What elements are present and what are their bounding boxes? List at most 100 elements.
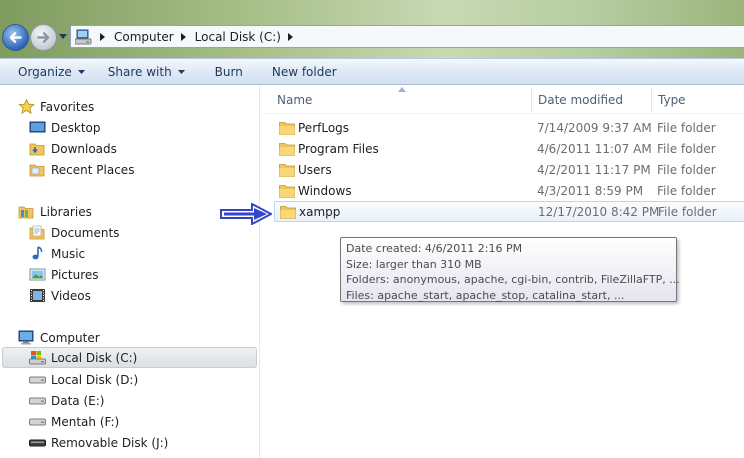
file-type: File folder: [657, 163, 716, 177]
nav-videos[interactable]: Videos: [29, 285, 287, 306]
forward-arrow-icon: [37, 32, 50, 43]
breadcrumb-separator-icon[interactable]: [100, 32, 106, 41]
forward-button[interactable]: [30, 24, 57, 51]
nav-desktop[interactable]: Desktop: [29, 117, 287, 138]
nav-local-disk-c[interactable]: Local Disk (C:): [2, 347, 257, 368]
file-name: PerfLogs: [298, 121, 350, 135]
back-button[interactable]: [2, 24, 29, 51]
hard-drive-icon: [29, 397, 46, 405]
blue-arrow-indicator: [220, 203, 272, 225]
file-row-users[interactable]: Users 4/2/2011 11:17 PM File folder: [274, 160, 744, 181]
nav-favorites-label: Favorites: [40, 99, 95, 114]
nav-music-label: Music: [51, 246, 86, 261]
folder-info-tooltip: Date created: 4/6/2011 2:16 PM Size: lar…: [340, 237, 680, 302]
system-drive-icon: [29, 351, 46, 365]
chevron-down-icon: [77, 69, 85, 74]
nav-documents[interactable]: Documents: [29, 222, 287, 243]
organize-button[interactable]: Organize: [0, 59, 85, 84]
navigation-pane: Favorites Desktop Downloads Recent Place…: [0, 86, 260, 458]
nav-removable-disk-j-label: Removable Disk (J:): [51, 435, 169, 450]
file-date: 7/14/2009 9:37 AM: [537, 121, 652, 135]
file-date: 4/6/2011 11:07 AM: [537, 142, 652, 156]
music-note-icon: [32, 246, 43, 260]
file-name: Users: [298, 163, 332, 177]
file-row-program-files[interactable]: Program Files 4/6/2011 11:07 AM File fol…: [274, 139, 744, 160]
file-row-windows[interactable]: Windows 4/3/2011 8:59 PM File folder: [274, 181, 744, 202]
address-bar[interactable]: Computer Local Disk (C:): [70, 25, 744, 48]
nav-desktop-label: Desktop: [51, 120, 101, 135]
breadcrumb-local-disk-c[interactable]: Local Disk (C:): [195, 30, 281, 44]
back-arrow-icon: [9, 32, 22, 43]
nav-data-e-label: Data (E:): [51, 393, 105, 408]
folder-icon: [279, 164, 295, 177]
nav-mentah-f[interactable]: Mentah (F:): [29, 411, 287, 432]
hard-drive-icon: [29, 376, 46, 384]
tooltip-folders: Folders: anonymous, apache, cgi-bin, con…: [346, 273, 680, 286]
documents-icon: [29, 225, 45, 240]
folder-icon: [279, 122, 295, 135]
nav-downloads-label: Downloads: [51, 141, 117, 156]
libraries-icon: [18, 206, 34, 219]
organize-label: Organize: [18, 64, 72, 79]
share-with-label: Share with: [107, 64, 172, 79]
file-date: 4/2/2011 11:17 PM: [537, 163, 651, 177]
computer-drive-icon: [75, 29, 92, 44]
tooltip-size: Size: larger than 310 MB: [346, 257, 482, 271]
nav-recent-places[interactable]: Recent Places: [29, 159, 287, 180]
tooltip-date-created: Date created: 4/6/2011 2:16 PM: [346, 242, 523, 255]
tooltip-files: Files: apache_start, apache_stop, catali…: [346, 288, 625, 302]
file-row-xampp[interactable]: xampp 12/17/2010 8:42 PM File folder: [274, 201, 744, 222]
computer-icon: [18, 330, 34, 345]
column-header-name[interactable]: Name: [277, 93, 312, 107]
recent-pages-dropdown-icon[interactable]: [59, 34, 67, 40]
nav-pictures[interactable]: Pictures: [29, 264, 287, 285]
breadcrumb-separator-icon[interactable]: [287, 32, 294, 41]
column-header-date-modified[interactable]: Date modified: [538, 93, 623, 107]
nav-downloads[interactable]: Downloads: [29, 138, 287, 159]
nav-removable-disk-j[interactable]: Removable Disk (J:): [29, 432, 287, 453]
column-divider[interactable]: [651, 88, 652, 112]
nav-local-disk-d[interactable]: Local Disk (D:): [29, 369, 287, 390]
removable-drive-icon: [29, 439, 46, 447]
nav-data-e[interactable]: Data (E:): [29, 390, 287, 411]
new-folder-label: New folder: [271, 64, 337, 79]
hard-drive-icon: [29, 418, 46, 426]
breadcrumb-computer[interactable]: Computer: [114, 30, 174, 44]
folder-icon: [280, 206, 296, 219]
nav-local-disk-d-label: Local Disk (D:): [51, 372, 139, 387]
file-name: xampp: [299, 205, 341, 219]
nav-videos-label: Videos: [51, 288, 91, 303]
pictures-icon: [29, 268, 46, 281]
nav-mentah-f-label: Mentah (F:): [51, 414, 120, 429]
file-row-perflogs[interactable]: PerfLogs 7/14/2009 9:37 AM File folder: [274, 118, 744, 139]
file-type: File folder: [658, 205, 717, 219]
nav-computer[interactable]: Computer: [18, 327, 276, 348]
star-icon: [18, 99, 35, 114]
nav-recent-places-label: Recent Places: [51, 162, 135, 177]
file-type: File folder: [657, 184, 716, 198]
column-divider[interactable]: [531, 88, 532, 112]
nav-computer-label: Computer: [40, 330, 100, 345]
new-folder-button[interactable]: New folder: [243, 59, 337, 84]
nav-libraries-label: Libraries: [40, 204, 92, 219]
nav-pictures-label: Pictures: [51, 267, 99, 282]
burn-button[interactable]: Burn: [185, 59, 243, 84]
file-name: Windows: [298, 184, 352, 198]
column-header-type[interactable]: Type: [658, 93, 686, 107]
breadcrumb-separator-icon[interactable]: [180, 32, 187, 41]
downloads-folder-icon: [29, 143, 45, 156]
folder-icon: [279, 185, 295, 198]
nav-music[interactable]: Music: [29, 243, 287, 264]
videos-icon: [30, 289, 45, 302]
column-header-row: Name Date modified Type: [262, 86, 744, 114]
nav-local-disk-c-label: Local Disk (C:): [51, 350, 138, 365]
file-name: Program Files: [298, 142, 379, 156]
nav-documents-label: Documents: [51, 225, 120, 240]
title-bar: Computer Local Disk (C:): [0, 0, 744, 58]
desktop-icon: [29, 121, 46, 133]
nav-favorites[interactable]: Favorites: [18, 96, 276, 117]
share-with-button[interactable]: Share with: [85, 59, 185, 84]
chevron-down-icon: [177, 69, 185, 74]
file-type: File folder: [657, 121, 716, 135]
recent-places-icon: [29, 164, 45, 177]
